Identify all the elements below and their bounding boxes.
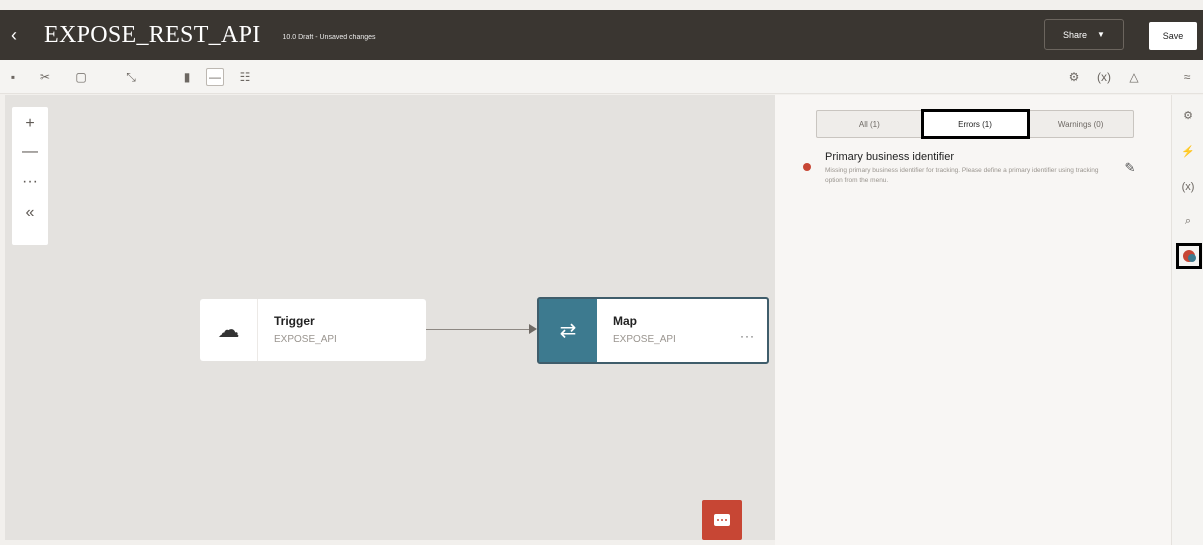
page-title: EXPOSE_REST_API	[44, 21, 261, 48]
errors-panel: All (1) Errors (1) Warnings (0) Primary …	[775, 95, 1171, 545]
flow-connector	[425, 329, 531, 330]
node-title: Map	[613, 314, 637, 328]
share-button[interactable]: Share ▼	[1044, 19, 1124, 50]
map-node[interactable]: ⇄ Map EXPOSE_API ···	[537, 297, 769, 364]
expand-icon[interactable]: ≈	[1178, 68, 1196, 86]
node-menu-button[interactable]: ···	[740, 329, 755, 343]
errors-icon[interactable]	[1176, 243, 1202, 269]
collapse-icon[interactable]: ⤡	[122, 68, 140, 86]
integration-icon[interactable]: ⚙	[1178, 105, 1198, 125]
filter-tabs: All (1) Errors (1) Warnings (0)	[816, 109, 1134, 139]
tab-all[interactable]: All (1)	[817, 111, 923, 137]
errors-glyph-icon	[1183, 250, 1196, 262]
trigger-cloud-icon: ☁	[200, 299, 258, 361]
right-rail: ⚙ ⚡ (x) ⌕	[1171, 95, 1203, 545]
map-arrows-icon: ⇄	[539, 299, 597, 362]
save-button[interactable]: Save	[1149, 22, 1197, 50]
node-subtitle: EXPOSE_API	[613, 334, 676, 345]
error-title: Primary business identifier	[825, 151, 954, 163]
app: ‹ EXPOSE_REST_API 10.0 Draft - Unsaved c…	[0, 0, 1203, 545]
edit-pencil-icon[interactable]: ✎	[1122, 160, 1138, 176]
integration-canvas[interactable]: + — ··· « ☁ Trigger EXPOSE_API ⇄ Map EXP…	[5, 95, 775, 540]
version-status: 10.0 Draft - Unsaved changes	[282, 33, 376, 41]
settings-icon[interactable]: ⚙	[1065, 68, 1083, 86]
zoom-more-button[interactable]: ···	[12, 169, 48, 195]
zoom-controls: + — ··· «	[12, 107, 48, 245]
share-label: Share	[1063, 29, 1088, 40]
node-subtitle: EXPOSE_API	[274, 334, 337, 345]
layout-horizontal-icon[interactable]: —	[206, 68, 224, 86]
collapse-panel-button[interactable]: «	[12, 200, 48, 226]
error-description: Missing primary business identifier for …	[825, 167, 1099, 184]
chat-icon	[714, 514, 730, 526]
error-item[interactable]: Primary business identifier Missing prim…	[800, 150, 1145, 190]
caret-down-icon: ▼	[1097, 30, 1105, 39]
layout-vertical-icon[interactable]: ▮	[178, 68, 196, 86]
chevron-left-icon[interactable]: ‹	[0, 25, 28, 46]
zoom-in-button[interactable]: +	[12, 111, 48, 137]
header-bar: ‹ EXPOSE_REST_API 10.0 Draft - Unsaved c…	[0, 10, 1203, 60]
node-title: Trigger	[274, 314, 315, 328]
tab-errors[interactable]: Errors (1)	[920, 109, 1031, 139]
tab-warnings[interactable]: Warnings (0)	[1028, 111, 1133, 137]
connector-arrow-icon	[529, 324, 537, 334]
zoom-out-button[interactable]: —	[12, 139, 48, 165]
toolbar: ▪ ✂ ▢ ⤡ ▮ — ☷ ⚙ (x) △ ≈	[0, 60, 1203, 94]
error-status-icon	[803, 163, 811, 171]
warning-icon[interactable]: △	[1125, 68, 1143, 86]
trigger-node[interactable]: ☁ Trigger EXPOSE_API	[200, 299, 426, 361]
copy-icon[interactable]: ▢	[72, 68, 90, 86]
cut-icon[interactable]: ✂	[36, 68, 54, 86]
save-icon[interactable]: ▪	[4, 68, 22, 86]
variables-icon[interactable]: (x)	[1178, 177, 1198, 197]
search-icon[interactable]: ⌕	[1178, 211, 1198, 231]
chat-button[interactable]	[702, 500, 742, 540]
actions-icon[interactable]: ⚡	[1178, 141, 1198, 161]
layout-pseudo-icon[interactable]: ☷	[236, 68, 254, 86]
variables-icon[interactable]: (x)	[1095, 68, 1113, 86]
